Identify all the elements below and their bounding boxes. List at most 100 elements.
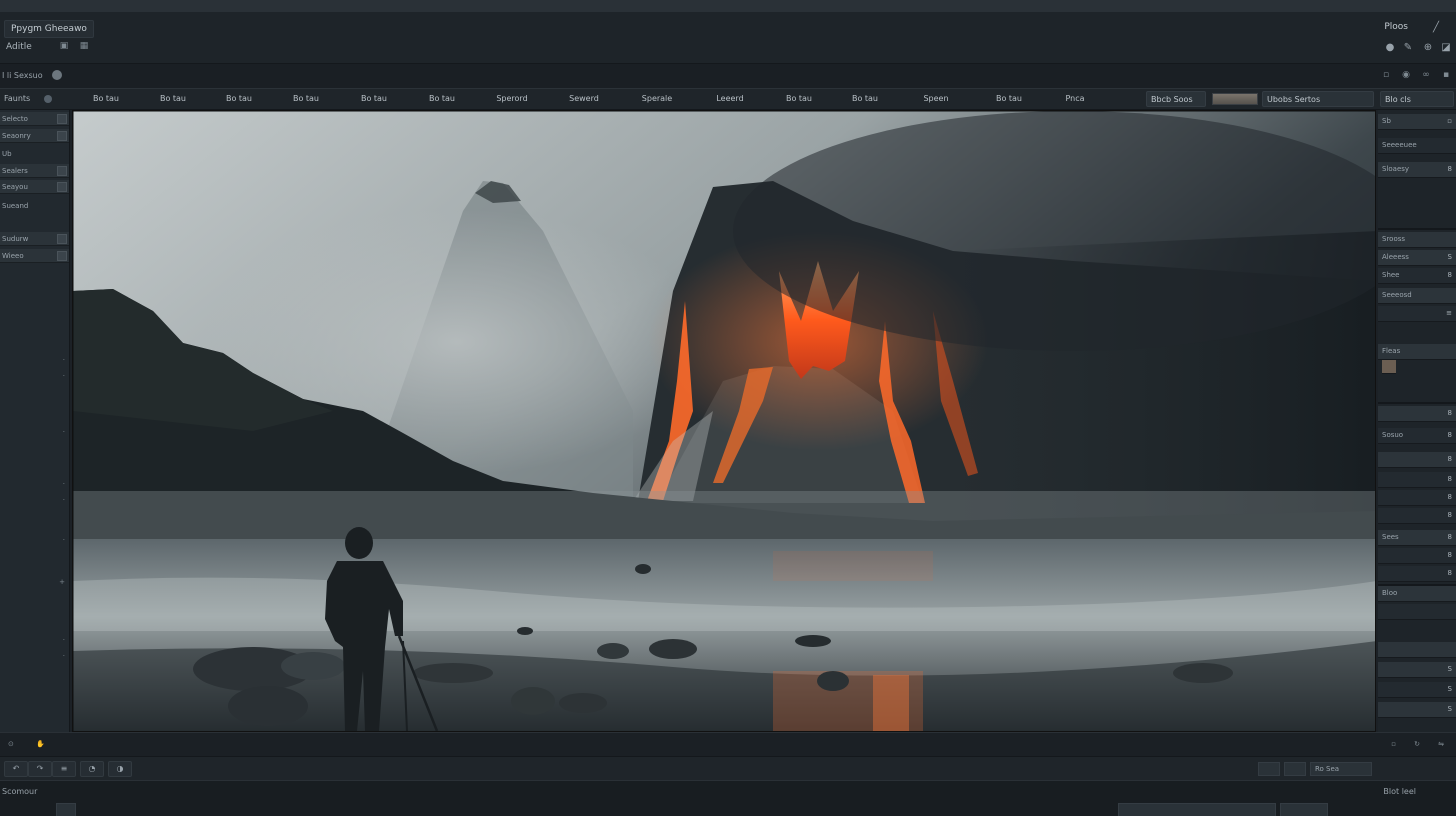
lock-icon[interactable]: ▫ — [1380, 69, 1392, 81]
toolbar-tab[interactable]: Sperale — [620, 89, 694, 109]
toolbar-tab[interactable]: Speen — [898, 89, 974, 109]
pen-icon[interactable]: ✎ — [1402, 42, 1414, 54]
left-panel-item[interactable]: Sueand — [0, 199, 69, 213]
move-icon[interactable]: ⊕ — [1422, 42, 1434, 54]
footer-input[interactable] — [1118, 803, 1276, 816]
property-row[interactable]: Bloo — [1378, 586, 1456, 602]
status-chip[interactable] — [1258, 762, 1280, 776]
left-panel-item[interactable]: Wieeo — [0, 249, 69, 263]
footer-button[interactable] — [1280, 803, 1328, 816]
menu-icon[interactable]: ≡ — [52, 761, 76, 777]
info-icon[interactable] — [52, 70, 62, 80]
toolbar-tab[interactable]: Sewerd — [548, 89, 620, 109]
zoom-icon[interactable]: ⊙ — [8, 740, 14, 748]
snapshot-icon[interactable]: ◑ — [108, 761, 132, 777]
left-panel-item[interactable]: Sudurw — [0, 232, 69, 246]
blend-mode-field[interactable]: Ubobs Sertos — [1262, 91, 1374, 107]
property-row[interactable]: 8 — [1378, 406, 1456, 422]
redo-button[interactable]: ↷ — [28, 761, 52, 777]
undo-button[interactable]: ↶ — [4, 761, 28, 777]
property-row[interactable]: Sloaesy 8 — [1378, 162, 1456, 178]
property-row[interactable]: Sosuo 8 — [1378, 428, 1456, 444]
link-icon[interactable]: ∞ — [1420, 69, 1432, 81]
eye-icon[interactable]: ◉ — [1400, 69, 1412, 81]
toolbar-tab[interactable]: Bo tau — [206, 89, 272, 109]
property-row[interactable]: Srooss — [1378, 232, 1456, 248]
eyedropper-icon[interactable]: ● — [1384, 42, 1396, 54]
property-row[interactable]: Sb ▫ — [1378, 114, 1456, 130]
property-row[interactable]: 8 — [1378, 508, 1456, 524]
footer-label: Scomour — [2, 787, 38, 796]
toggle-icon[interactable] — [57, 131, 67, 141]
panel-divider — [1378, 228, 1456, 230]
rotate-icon[interactable]: ↻ — [1414, 740, 1420, 748]
hand-icon[interactable]: ✋ — [36, 740, 45, 748]
property-row[interactable]: 8 — [1378, 452, 1456, 468]
toggle-icon[interactable] — [57, 182, 67, 192]
property-row[interactable]: 8 — [1378, 548, 1456, 564]
opacity-field[interactable]: Blo cls — [1380, 91, 1454, 107]
property-row[interactable]: S — [1378, 702, 1456, 718]
left-panel-item[interactable]: Sealers — [0, 164, 69, 178]
left-panel-item-label: Sueand — [2, 202, 29, 210]
preset-field[interactable]: Bbcb Soos — [1146, 91, 1206, 107]
status-field[interactable]: Ro Sea — [1310, 762, 1372, 776]
toggle-icon[interactable] — [57, 114, 67, 124]
crop-icon[interactable]: ◪ — [1440, 42, 1452, 54]
toolbar-mode[interactable]: Faunts — [0, 92, 34, 105]
toolbar-tab[interactable]: Bo tau — [272, 89, 340, 109]
toolbar-tab[interactable]: Bo tau — [974, 89, 1044, 109]
toolbar-tab[interactable]: Bo tau — [72, 89, 140, 109]
left-panel-item-label: Sudurw — [2, 235, 29, 243]
grid-icon[interactable]: ▦ — [78, 40, 90, 52]
footer-toggle[interactable] — [56, 803, 76, 816]
property-label: Sees — [1382, 533, 1399, 541]
toolbar-tab[interactable]: Bo tau — [140, 89, 206, 109]
image-canvas[interactable] — [72, 110, 1376, 732]
toggle-icon[interactable] — [57, 251, 67, 261]
property-row[interactable]: Sees 8 — [1378, 530, 1456, 546]
property-row[interactable]: Seeeosd — [1378, 288, 1456, 304]
property-row[interactable]: Seeeeuee — [1378, 138, 1456, 154]
flip-icon[interactable]: ⇋ — [1438, 740, 1444, 748]
left-panel-item[interactable]: Selecto — [0, 112, 69, 126]
property-row[interactable]: Shee 8 — [1378, 268, 1456, 284]
toggle-icon[interactable] — [57, 166, 67, 176]
property-row[interactable]: Fleas — [1378, 344, 1456, 360]
toolbar-tab[interactable]: Leeerd — [694, 89, 766, 109]
layers-icon[interactable]: ▣ — [58, 40, 70, 52]
property-row[interactable]: S — [1378, 682, 1456, 698]
toolbar-tab[interactable]: Bo tau — [766, 89, 832, 109]
fit-icon[interactable]: ▫ — [1391, 740, 1396, 748]
property-row[interactable]: 8 — [1378, 566, 1456, 582]
property-row[interactable] — [1378, 604, 1456, 620]
brush-icon[interactable]: ╱ — [1430, 22, 1442, 34]
header-bar: Ppygm Gheeawo Aditle ▣ ▦ Ploos ╱ ● ✎ ⊕ ◪ — [0, 12, 1456, 64]
status-chip[interactable] — [1284, 762, 1306, 776]
toolbar-tab[interactable]: Pnca — [1044, 89, 1106, 109]
property-value: 8 — [1447, 551, 1452, 559]
status-bar: ↶ ↷ ≡ ◔ ◑ Ro Sea — [0, 756, 1456, 780]
left-panel-item[interactable]: Seaonry — [0, 129, 69, 143]
toolbar-tab[interactable]: Bo tau — [408, 89, 476, 109]
left-panel-item[interactable]: Seayou — [0, 180, 69, 194]
property-row[interactable] — [1378, 642, 1456, 658]
property-row[interactable]: 8 — [1378, 472, 1456, 488]
property-row[interactable]: Aleeess S — [1378, 250, 1456, 266]
toolbar-tab[interactable]: Sperord — [476, 89, 548, 109]
property-row[interactable]: 8 — [1378, 490, 1456, 506]
property-row[interactable]: ≡ — [1378, 306, 1456, 322]
toggle-icon[interactable] — [57, 234, 67, 244]
property-row[interactable]: S — [1378, 662, 1456, 678]
toolbar-tab[interactable]: Bo tau — [832, 89, 898, 109]
toolbar-tab[interactable]: Bo tau — [340, 89, 408, 109]
edit-menu[interactable]: Aditle — [6, 42, 32, 52]
property-label: Aleeess — [1382, 253, 1409, 261]
left-panel-item[interactable]: Ub — [0, 147, 69, 161]
history-icon[interactable]: ◔ — [80, 761, 104, 777]
layer-thumbnail[interactable] — [1382, 360, 1396, 374]
settings-icon[interactable] — [44, 95, 52, 103]
color-swatch[interactable] — [1212, 93, 1258, 105]
trash-icon[interactable]: ▪ — [1440, 69, 1452, 81]
add-icon[interactable]: + — [59, 578, 65, 586]
